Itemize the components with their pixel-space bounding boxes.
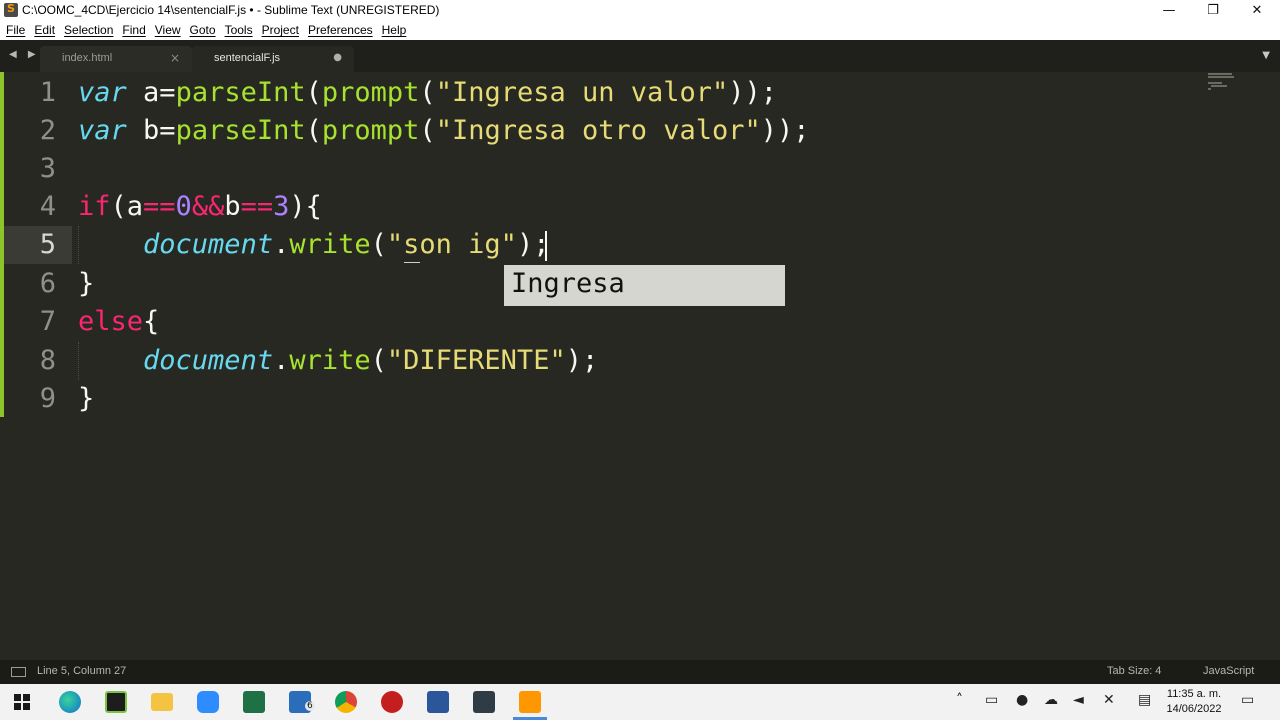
menu-find[interactable]: Find (118, 21, 150, 40)
restore-button[interactable]: ❐ (1190, 0, 1236, 21)
minimize-button[interactable]: — (1146, 0, 1192, 21)
taskbar-clock[interactable]: 11:35 a. m. 14/06/2022 (1162, 687, 1226, 717)
notifications-icon[interactable]: ▭ (1241, 692, 1254, 708)
network-device-icon[interactable]: ▭ (985, 692, 998, 708)
show-hidden-icons-icon[interactable]: ˄ (956, 692, 963, 708)
title-bar: C:\OOMC_4CD\Ejercicio 14\sentencialF.js … (0, 0, 1280, 21)
line-number: 1 (39, 77, 56, 108)
panel-toggle-icon[interactable] (11, 667, 26, 677)
code-line-4: if(a==0&&b==3){ (78, 191, 322, 222)
code-line-9: } (78, 383, 95, 414)
tab-index-html[interactable]: index.html × (40, 46, 192, 72)
line-number: 7 (39, 306, 56, 337)
tab-label: sentencialF.js (214, 52, 281, 64)
menu-edit[interactable]: Edit (30, 21, 60, 40)
tab-dropdown-icon[interactable]: ▼ (1262, 50, 1270, 61)
excel-icon[interactable] (243, 691, 265, 713)
bracket-match-underline (404, 262, 420, 263)
word-icon[interactable] (427, 691, 449, 713)
text-cursor (545, 231, 547, 261)
tab-label: index.html (62, 52, 113, 64)
tab-bar: ◀ ▶ index.html × sentencialF.js ● ▼ (0, 40, 1280, 72)
tab-nav-arrows-icon[interactable]: ◀ ▶ (9, 49, 40, 60)
line-number: 5 (39, 229, 56, 260)
menu-help[interactable]: Help (378, 21, 412, 40)
unsaved-dot-icon[interactable]: ● (333, 52, 342, 63)
zoom-icon[interactable] (197, 691, 219, 713)
line-number: 3 (39, 153, 56, 184)
windows-start-icon[interactable] (14, 694, 30, 710)
menu-project[interactable]: Project (258, 21, 304, 40)
menu-selection[interactable]: Selection (60, 21, 118, 40)
minimap-line (1208, 76, 1234, 78)
autocomplete-item[interactable]: Ingresa (511, 268, 625, 299)
menu-tools[interactable]: Tools (221, 21, 258, 40)
sublime-text-taskbar-icon[interactable] (519, 691, 541, 713)
vertical-scrollbar[interactable] (1268, 72, 1280, 660)
cloud-icon[interactable]: ☁ (1044, 692, 1058, 708)
edge-browser-icon[interactable] (59, 691, 81, 713)
code-line-1: var a=parseInt(prompt("Ingresa un valor"… (78, 77, 778, 108)
line-number: 2 (39, 115, 56, 146)
code-line-8: document.write("DIFERENTE"); (143, 345, 599, 376)
syntax-setting[interactable]: JavaScript (1203, 665, 1254, 677)
sublime-app-icon (4, 2, 18, 17)
mail-badge: 6 (305, 701, 315, 711)
line-number: 4 (39, 191, 56, 222)
wifi-off-icon[interactable]: ✕ (1103, 692, 1115, 708)
menu-view[interactable]: View (151, 21, 186, 40)
close-window-button[interactable]: ✕ (1234, 0, 1280, 21)
keyboard-layout-icon[interactable]: ▤ (1138, 692, 1151, 708)
line-number: 9 (39, 383, 56, 414)
code-line-7: else{ (78, 306, 160, 337)
clock-time: 11:35 a. m. (1166, 688, 1222, 700)
code-line-5: document.write("son ig"); (143, 229, 550, 260)
menu-preferences[interactable]: Preferences (304, 21, 378, 40)
minimap-line (1211, 85, 1227, 87)
line-number: 6 (39, 268, 56, 299)
status-bar: Line 5, Column 27 Tab Size: 4 JavaScript (0, 660, 1280, 684)
clock-date: 14/06/2022 (1166, 703, 1222, 715)
windows-taskbar: 6 ˄ ▭ ● ☁ ◄ ✕ ▤ 11:35 a. m. 14/06/2022 ▭ (0, 684, 1280, 720)
terminal-app-icon[interactable] (473, 691, 495, 713)
menu-goto[interactable]: Goto (186, 21, 221, 40)
tab-close-icon[interactable]: × (170, 51, 180, 65)
menu-bar: File Edit Selection Find View Goto Tools… (0, 21, 1280, 40)
code-line-2: var b=parseInt(prompt("Ingresa otro valo… (78, 115, 810, 146)
autocomplete-popup: Ingresa (504, 265, 785, 306)
minimap-line (1208, 82, 1222, 84)
volume-icon[interactable]: ◄ (1073, 692, 1084, 708)
qt-creator-icon[interactable] (105, 691, 127, 713)
minimap-line (1208, 88, 1211, 90)
tab-sentencialf-js[interactable]: sentencialF.js ● (192, 46, 354, 72)
window-title: C:\OOMC_4CD\Ejercicio 14\sentencialF.js … (22, 3, 440, 17)
menu-file[interactable]: File (2, 21, 30, 40)
cursor-position: Line 5, Column 27 (37, 665, 127, 677)
microphone-icon[interactable]: ● (1016, 692, 1028, 708)
minimap-line (1208, 73, 1232, 75)
obs-studio-icon[interactable] (381, 691, 403, 713)
tab-size-setting[interactable]: Tab Size: 4 (1107, 665, 1161, 677)
file-explorer-icon[interactable] (151, 693, 173, 711)
minimap[interactable] (1208, 72, 1248, 92)
code-line-6: } (78, 268, 95, 299)
chrome-icon[interactable] (335, 691, 357, 713)
line-number: 8 (39, 345, 56, 376)
